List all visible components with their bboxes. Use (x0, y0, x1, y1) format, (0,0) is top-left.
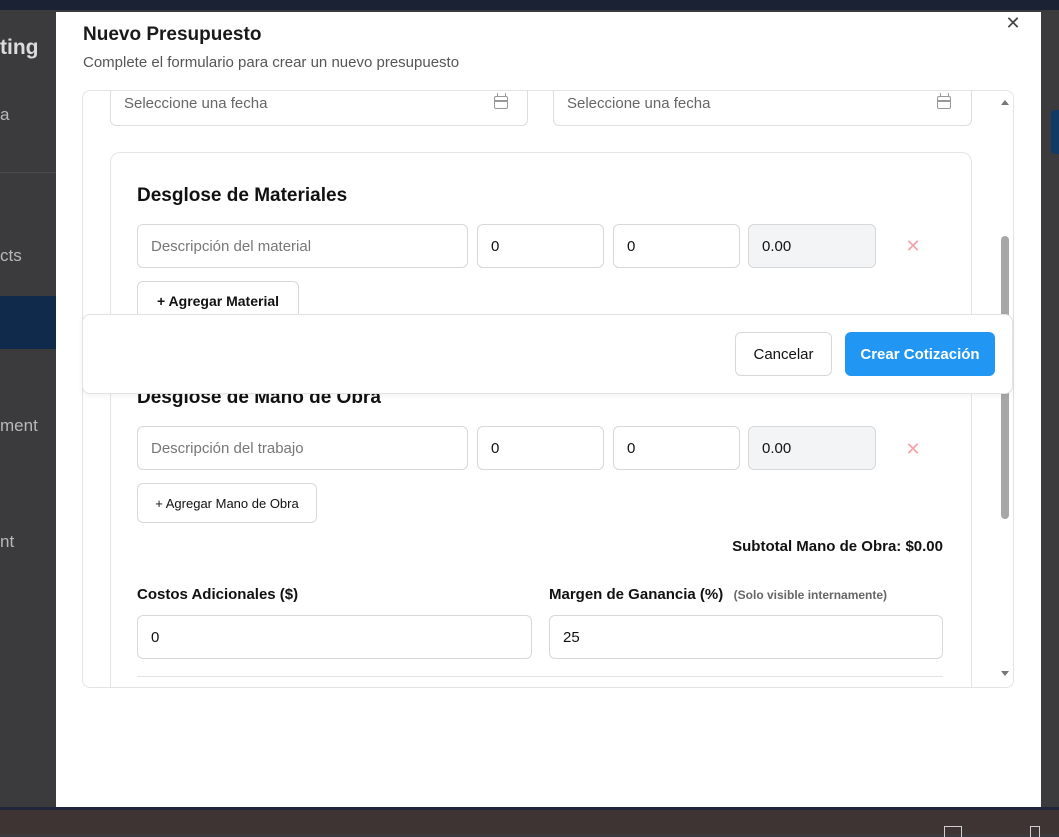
background-sidebar-item: nt (0, 532, 15, 551)
start-date-field[interactable]: Seleccione una fecha (110, 91, 528, 126)
background-sidebar-active-item (0, 296, 56, 349)
material-description-input[interactable]: Descripción del material (137, 224, 468, 268)
margin-input[interactable]: 25 (549, 615, 943, 659)
additional-costs-input[interactable]: 0 (137, 615, 532, 659)
delete-material-icon[interactable]: ✕ (903, 236, 923, 256)
material-unit-price-input[interactable]: 0 (613, 224, 740, 268)
material-total-field: 0.00 (748, 224, 876, 268)
background-sidebar-item: a (0, 105, 10, 124)
margin-hint: (Solo visible internamente) (733, 588, 888, 602)
end-date-placeholder: Seleccione una fecha (567, 95, 711, 112)
calendar-icon[interactable] (937, 93, 951, 109)
calendar-icon[interactable] (494, 93, 508, 109)
background-right-tab (1051, 110, 1059, 154)
close-icon[interactable]: ✕ (1004, 14, 1022, 32)
taskbar-window-icon (944, 826, 962, 837)
start-date-placeholder: Seleccione una fecha (124, 95, 268, 112)
cancel-button[interactable]: Cancelar (735, 332, 832, 376)
margin-label: Margen de Ganancia (%) (549, 586, 724, 603)
margin-label-group: Margen de Ganancia (%) (Solo visible int… (549, 586, 887, 604)
labor-rate-input[interactable]: 0 (613, 426, 740, 470)
window-top-bar (0, 0, 1059, 10)
modal-footer: Cancelar Crear Cotización (82, 314, 1013, 394)
background-sidebar: ting a cts ment nt (0, 10, 56, 807)
scroll-down-icon[interactable] (1001, 671, 1009, 676)
modal-subtitle: Complete el formulario para crear un nue… (83, 54, 460, 71)
background-divider (0, 172, 56, 173)
labor-subtotal: Subtotal Mano de Obra: $0.00 (732, 538, 943, 555)
taskbar-tray-icon (1030, 826, 1040, 837)
labor-total-field: 0.00 (748, 426, 876, 470)
additional-costs-label: Costos Adicionales ($) (137, 586, 299, 603)
create-quote-button[interactable]: Crear Cotización (845, 332, 995, 376)
add-labor-button[interactable]: + Agregar Mano de Obra (137, 483, 317, 523)
background-brand: ting (0, 36, 39, 59)
section-divider (137, 676, 943, 677)
materials-heading: Desglose de Materiales (137, 185, 348, 206)
background-sidebar-item: ment (0, 416, 38, 435)
material-quantity-input[interactable]: 0 (477, 224, 604, 268)
end-date-field[interactable]: Seleccione una fecha (553, 91, 972, 126)
labor-hours-input[interactable]: 0 (477, 426, 604, 470)
delete-labor-icon[interactable]: ✕ (903, 439, 923, 459)
background-sidebar-item: cts (0, 246, 22, 265)
labor-description-input[interactable]: Descripción del trabajo (137, 426, 468, 470)
taskbar (0, 807, 1059, 837)
scroll-up-icon[interactable] (1001, 100, 1009, 105)
modal-title: Nuevo Presupuesto (83, 24, 262, 45)
